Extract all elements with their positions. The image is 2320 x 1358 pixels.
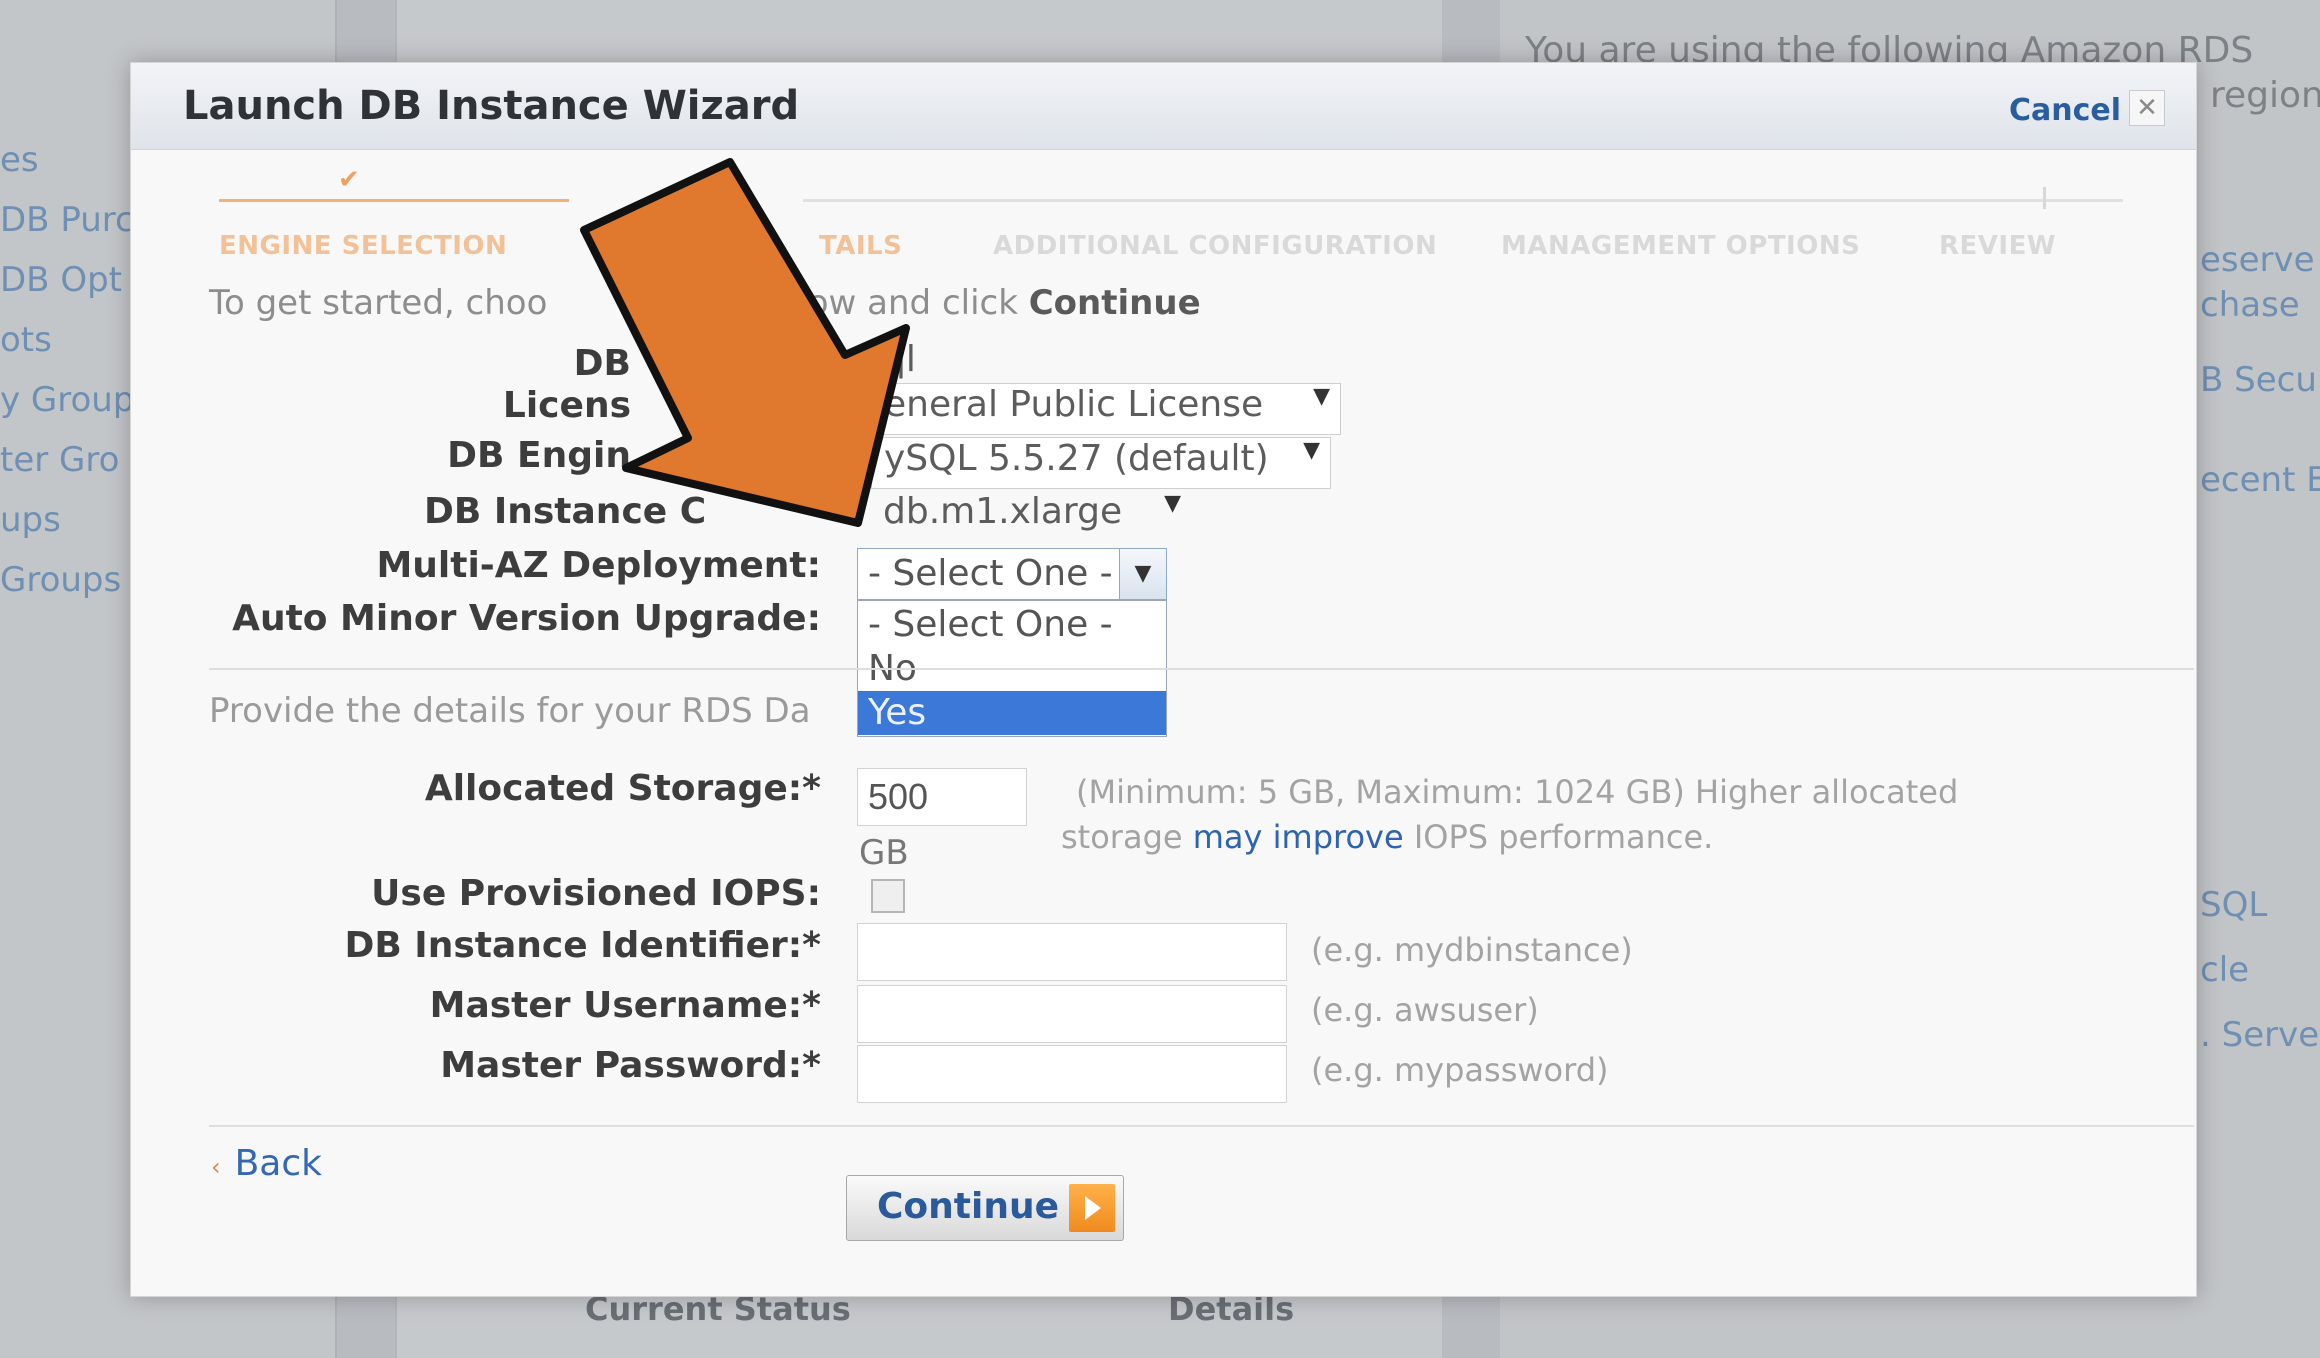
db-engine-value: ql [871,339,1271,387]
multi-az-label: Multi-AZ Deployment: [376,545,821,586]
check-icon: ✔ [338,165,360,195]
chevron-down-icon: ▼ [1303,438,1320,463]
multi-az-select[interactable]: - Select One - ▼ [857,548,1167,600]
master-password-label: Master Password:* [440,1045,821,1086]
step-review: REVIEW [1939,231,2057,261]
intro-prefix: To get started, choo [209,283,548,323]
step-progress-track [803,199,2123,202]
dropdown-option-highlighted[interactable]: Yes [858,691,1166,735]
step-engine-selection: ENGINE SELECTION [219,231,508,261]
step-additional-configuration: ADDITIONAL CONFIGURATION [993,231,1438,261]
db-engine-version-select[interactable]: ySQL 5.5.27 (default) ▼ [871,437,1331,489]
orange-arrow-annotation [580,158,910,527]
provisioned-iops-label: Use Provisioned IOPS: [371,873,821,914]
back-label: Back [234,1143,323,1184]
storage-unit: GB [859,833,909,873]
continue-button[interactable]: Continue [846,1175,1124,1241]
db-identifier-label: DB Instance Identifier:* [344,925,821,966]
bg-right-link[interactable]: cle [2200,950,2249,990]
step-progress-completed [219,199,569,202]
modal-title: Launch DB Instance Wizard [183,83,800,129]
bg-nav-item[interactable]: Groups [0,560,121,600]
provisioned-iops-checkbox[interactable] [871,879,905,913]
arrow-pointer-icon [580,158,910,527]
storage-hint-line2: storage may improve IOPS performance. [1061,818,1714,856]
bg-right-link[interactable]: B Secu [2200,360,2317,400]
bg-nav-item[interactable]: ter Gro [0,440,119,480]
multi-az-selected-value: - Select One - [868,553,1113,594]
allocated-storage-input[interactable] [857,768,1027,826]
step-management-options: MANAGEMENT OPTIONS [1501,231,1861,261]
provide-details-text: Provide the details for your RDS Da [209,691,811,731]
close-icon[interactable]: ✕ [2129,90,2165,126]
back-link[interactable]: ‹ Back [211,1143,322,1184]
bg-region-text-2: region [2210,75,2320,116]
master-password-hint: (e.g. mypassword) [1311,1051,1609,1089]
master-username-input[interactable] [857,985,1287,1043]
master-username-hint: (e.g. awsuser) [1311,991,1539,1029]
chevron-down-icon: ▼ [1313,384,1330,409]
bg-right-link[interactable]: . Serve [2200,1015,2319,1055]
bg-nav-item[interactable]: es [0,140,39,180]
bg-right-link[interactable]: chase [2200,285,2300,325]
auto-minor-upgrade-label: Auto Minor Version Upgrade: [232,598,821,639]
bg-nav-item[interactable]: DB Purc [0,200,134,240]
bg-nav-item[interactable]: ups [0,500,61,540]
continue-label: Continue [877,1186,1060,1227]
license-select[interactable]: eneral Public License ▼ [871,383,1341,435]
launch-wizard-modal: Launch DB Instance Wizard Cancel ✕ ✔ ENG… [130,62,2197,1297]
allocated-storage-label: Allocated Storage:* [424,768,821,809]
bg-nav-item[interactable]: DB Opt [0,260,122,300]
chevron-down-icon: ▼ [1164,491,1181,516]
bg-nav-item[interactable]: y Group [0,380,134,420]
bg-right-link[interactable]: ecent E [2200,460,2320,500]
bg-nav-item[interactable]: ots [0,320,52,360]
chevron-left-icon: ‹ [211,1153,221,1181]
master-username-label: Master Username:* [429,985,821,1026]
arrow-right-icon [1069,1184,1115,1232]
master-password-input[interactable] [857,1045,1287,1103]
bg-right-link[interactable]: eserve [2200,240,2315,280]
footer-divider [209,1125,2194,1127]
modal-header: Launch DB Instance Wizard Cancel ✕ [131,63,2196,150]
intro-continue: Continue [1028,283,1201,323]
storage-hint-line1: (Minimum: 5 GB, Maximum: 1024 GB) Higher… [1076,773,1959,811]
may-improve-link[interactable]: may improve [1193,818,1404,856]
step-progress-end [2043,187,2046,209]
section-divider [209,668,2194,670]
bg-right-link[interactable]: SQL [2200,885,2267,925]
dropdown-option[interactable]: - Select One - [858,603,1166,647]
db-identifier-hint: (e.g. mydbinstance) [1311,931,1633,969]
db-identifier-input[interactable] [857,923,1287,981]
chevron-down-icon[interactable]: ▼ [1119,549,1166,599]
cancel-link[interactable]: Cancel [2009,93,2121,128]
